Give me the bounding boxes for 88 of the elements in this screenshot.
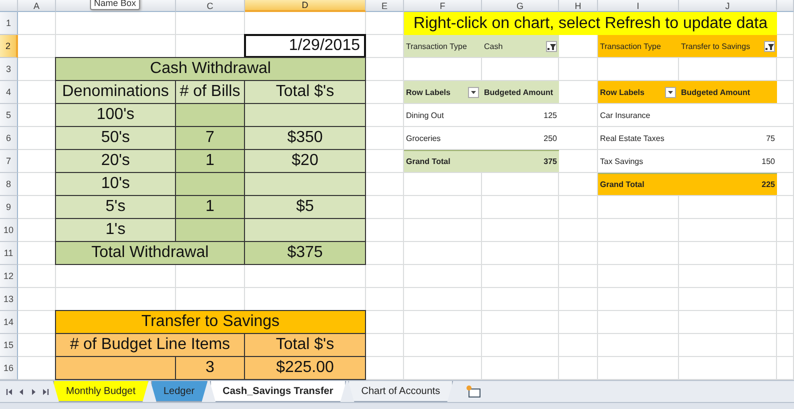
previous-sheet-icon[interactable] xyxy=(18,388,25,396)
column-heading: Budgeted Amount xyxy=(482,81,559,104)
table-title: Cash Withdrawal xyxy=(55,57,366,81)
dropdown-button[interactable] xyxy=(468,86,479,98)
first-sheet-icon[interactable] xyxy=(6,388,13,396)
table-cell: 3 xyxy=(175,356,245,380)
column-header[interactable]: J xyxy=(679,0,777,12)
column-header[interactable]: A xyxy=(18,0,56,12)
column-heading: # of Budget Line Items xyxy=(55,333,245,357)
last-sheet-icon[interactable] xyxy=(42,388,49,396)
caret-icon xyxy=(667,90,674,94)
table-cell: $20 xyxy=(244,149,366,173)
dropdown-button[interactable] xyxy=(665,86,676,98)
table-cell: 50's xyxy=(55,126,176,150)
row-header[interactable]: 11 xyxy=(0,242,18,265)
sheet-tab[interactable]: Monthly Budget xyxy=(53,381,148,402)
column-heading: Total $'s xyxy=(244,333,366,357)
pivot-cell: Groceries xyxy=(404,127,482,150)
pivot-cell: Grand Total xyxy=(598,173,679,196)
sheet-tab[interactable]: Ledger xyxy=(150,381,208,402)
column-header[interactable]: H xyxy=(559,0,598,12)
row-header[interactable]: 3 xyxy=(0,58,18,81)
row-header[interactable]: 15 xyxy=(0,334,18,357)
column-heading: Budgeted Amount xyxy=(679,81,777,104)
caret-icon xyxy=(470,90,477,94)
row-header[interactable]: 12 xyxy=(0,265,18,288)
pivot-cell: Real Estate Taxes xyxy=(598,127,679,150)
filter-label: Transaction Type xyxy=(598,35,679,58)
row-header[interactable]: 9 xyxy=(0,196,18,219)
table-cell: $5 xyxy=(244,195,366,219)
pivot-cell: Tax Savings xyxy=(598,150,679,173)
row-header[interactable]: 4 xyxy=(0,81,18,104)
row-header[interactable]: 8 xyxy=(0,173,18,196)
table-cell: 5's xyxy=(55,195,176,219)
column-header[interactable]: I xyxy=(598,0,679,12)
banner: Right-click on chart, select Refresh to update data xyxy=(404,12,777,35)
table-cell: $225.00 xyxy=(244,356,366,380)
row-header[interactable]: 6 xyxy=(0,127,18,150)
column-header[interactable]: E xyxy=(366,0,404,12)
filter-button[interactable] xyxy=(764,40,775,52)
table-cell xyxy=(175,103,245,127)
column-header[interactable]: D xyxy=(245,0,366,12)
pivot-cell: Dining Out xyxy=(404,104,482,127)
row-header[interactable]: 1 xyxy=(0,12,18,35)
table-cell: 1 xyxy=(175,149,245,173)
table-cell: 1 xyxy=(175,195,245,219)
table-cell: $375 xyxy=(244,241,366,265)
date-cell: 1/29/2015 xyxy=(244,34,366,58)
sheet-tab[interactable]: Cash_Savings Transfer xyxy=(210,381,346,402)
row-header[interactable]: 16 xyxy=(0,357,18,380)
pivot-cell: Grand Total xyxy=(404,150,482,173)
pivot-cell: 375 xyxy=(482,150,559,173)
row-header[interactable]: 2 xyxy=(0,35,18,58)
table-cell: $350 xyxy=(244,126,366,150)
filter-value: Cash xyxy=(484,42,503,50)
column-heading: Total $'s xyxy=(244,80,366,104)
row-header[interactable]: 13 xyxy=(0,288,18,311)
column-header[interactable]: C xyxy=(176,0,245,12)
row-header[interactable]: 14 xyxy=(0,311,18,334)
table-title: Transfer to Savings xyxy=(55,310,366,334)
filter-icon xyxy=(765,42,774,50)
insert-sheet-icon[interactable] xyxy=(465,385,482,398)
next-sheet-icon[interactable] xyxy=(30,388,37,396)
row-header[interactable]: 7 xyxy=(0,150,18,173)
table-cell: Total Withdrawal xyxy=(55,241,245,265)
column-heading: Denominations xyxy=(55,80,176,104)
table-cell: 1's xyxy=(55,218,176,242)
column-header[interactable]: G xyxy=(482,0,559,12)
table-cell: 100's xyxy=(55,103,176,127)
table-cell xyxy=(175,172,245,196)
filter-button[interactable] xyxy=(546,40,557,52)
tooltip: Name Box xyxy=(90,0,140,10)
pivot-cell: Car Insurance xyxy=(598,104,679,127)
table-cell xyxy=(175,218,245,242)
table-cell: 10's xyxy=(55,172,176,196)
table-cell: 20's xyxy=(55,149,176,173)
filter-icon xyxy=(547,42,556,50)
row-header[interactable]: 10 xyxy=(0,219,18,242)
table-cell: 7 xyxy=(175,126,245,150)
column-heading: Row Labels xyxy=(600,88,644,96)
sheet-tab[interactable]: Chart of Accounts xyxy=(348,381,454,402)
pivot-cell: 225 xyxy=(679,173,777,196)
column-heading: # of Bills xyxy=(175,80,245,104)
filter-value: Transfer to Savings xyxy=(681,42,750,50)
filter-label: Transaction Type xyxy=(404,35,482,58)
row-header[interactable]: 5 xyxy=(0,104,18,127)
column-heading: Row Labels xyxy=(406,88,450,96)
column-header[interactable]: F xyxy=(404,0,482,12)
